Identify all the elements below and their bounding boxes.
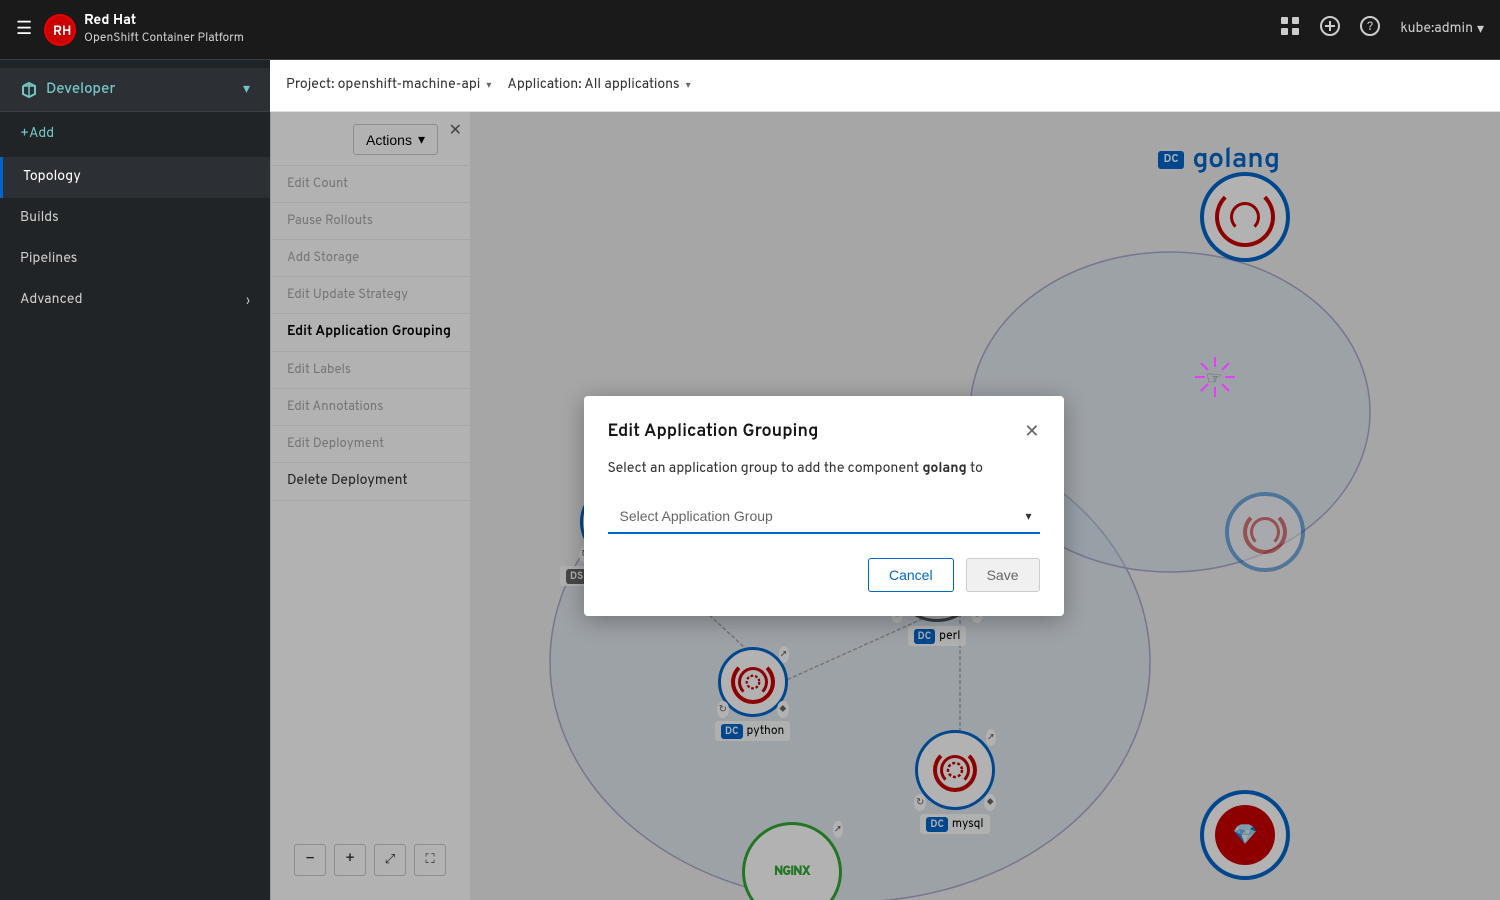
modal-component-name: golang [922, 461, 966, 478]
sidebar-item-builds[interactable]: Builds [0, 198, 270, 239]
sidebar-item-add[interactable]: +Add [0, 112, 270, 157]
user-chevron: ▾ [1477, 21, 1484, 39]
perspective-label: Developer [46, 80, 115, 99]
sidebar-item-advanced[interactable]: Advanced › [0, 280, 270, 321]
brand-logo: RH [44, 14, 76, 46]
modal-description-suffix: to [967, 461, 983, 478]
hamburger-menu[interactable]: ☰ [16, 18, 32, 41]
application-label: Application: All applications [507, 77, 679, 94]
modal-select-container: Select Application Group ▾ [608, 500, 1040, 534]
application-chevron: ▾ [686, 79, 691, 92]
perspective-selector[interactable]: Developer ▾ [0, 68, 270, 112]
user-menu[interactable]: kube:admin ▾ [1400, 21, 1484, 39]
pipelines-label: Pipelines [20, 251, 77, 268]
sub-navbar: Project: openshift-machine-api ▾ Applica… [270, 60, 1500, 112]
help-icon[interactable]: ? [1360, 16, 1380, 43]
svg-text:?: ? [1367, 19, 1373, 35]
brand-text: Red Hat OpenShift Container Platform [84, 13, 244, 46]
cancel-button[interactable]: Cancel [868, 558, 954, 592]
project-selector[interactable]: Project: openshift-machine-api ▾ [286, 77, 491, 94]
perspective-chevron: ▾ [243, 81, 250, 99]
advanced-label: Advanced [20, 292, 83, 309]
modal-title: Edit Application Grouping [608, 420, 819, 443]
sidebar-item-pipelines[interactable]: Pipelines [0, 239, 270, 280]
topology-canvas[interactable]: ↗ ↻ ◆ DS SDN-Controller [270, 112, 1500, 900]
top-navbar: ☰ RH Red Hat OpenShift Container Platfor… [0, 0, 1500, 60]
modal-body: Select an application group to add the c… [608, 459, 1040, 480]
application-group-select[interactable]: Select Application Group [608, 500, 1040, 534]
modal-footer: Cancel Save [608, 558, 1040, 592]
builds-label: Builds [20, 210, 59, 227]
svg-text:RH: RH [53, 24, 71, 40]
brand: RH Red Hat OpenShift Container Platform [44, 13, 244, 46]
grid-icon[interactable] [1280, 16, 1300, 43]
username: kube:admin [1400, 21, 1473, 38]
project-chevron: ▾ [486, 79, 491, 92]
brand-bottom: OpenShift Container Platform [84, 30, 244, 46]
add-label: +Add [20, 126, 54, 143]
content-wrapper: Project: openshift-machine-api ▾ Applica… [270, 60, 1500, 900]
chevron-right-icon: › [246, 293, 250, 309]
sidebar: Developer ▾ +Add Topology Builds Pipelin… [0, 60, 270, 900]
modal-description-prefix: Select an application group to add the c… [608, 461, 923, 478]
edit-application-grouping-modal: Edit Application Grouping ✕ Select an ap… [584, 396, 1064, 616]
topology-area: ↗ ↻ ◆ DS SDN-Controller [270, 112, 1500, 900]
modal-header: Edit Application Grouping ✕ [608, 420, 1040, 443]
topology-label: Topology [23, 169, 81, 186]
modal-close-button[interactable]: ✕ [1024, 421, 1039, 442]
add-icon[interactable] [1320, 16, 1340, 43]
main-layout: Developer ▾ +Add Topology Builds Pipelin… [0, 60, 1500, 900]
navbar-icons: ? kube:admin ▾ [1280, 16, 1484, 43]
application-selector[interactable]: Application: All applications ▾ [507, 77, 690, 94]
project-label: Project: openshift-machine-api [286, 77, 480, 94]
save-button[interactable]: Save [966, 558, 1040, 592]
brand-top: Red Hat [84, 13, 244, 30]
sidebar-item-topology[interactable]: Topology [0, 157, 270, 198]
